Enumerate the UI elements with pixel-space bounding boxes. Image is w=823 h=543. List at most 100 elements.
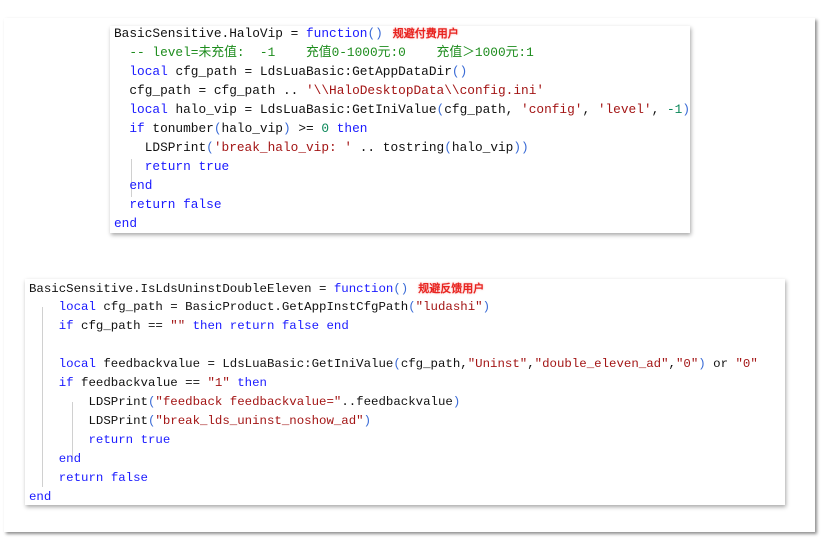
code-token: local (129, 102, 168, 117)
code-line: local feedbackvalue = LdsLuaBasic:GetIni… (25, 355, 758, 374)
code-token: ( (444, 140, 452, 155)
code-token: return (88, 433, 134, 447)
code-token: '\\HaloDesktopData\\config.ini' (306, 83, 545, 98)
code-token: , (668, 357, 676, 371)
code-token: "Uninst" (467, 357, 528, 371)
code-token: cfg_path = LdsLuaBasic:GetAppDataDir (167, 64, 452, 79)
code-token: "0" (675, 357, 699, 371)
code-token: local (58, 357, 96, 371)
code-token: >= (290, 121, 322, 136)
code-line: if feedbackvalue == "1" then (25, 374, 267, 393)
code-token: feedbackvalue == (73, 376, 208, 390)
code-line: if tonumber(halo_vip) >= 0 then (110, 119, 367, 138)
code-token: if (58, 319, 74, 333)
code-token: BasicSensitive.HaloVip = (114, 26, 306, 41)
code-token: cfg_path, (400, 357, 468, 371)
code-line: return false (110, 195, 221, 214)
code-token: -1 (666, 102, 683, 117)
code-token: -- level=未充值: -1 充值0-1000元:0 充值＞1000元:1 (114, 45, 534, 60)
code-token: return (144, 159, 191, 174)
code-line: end (25, 450, 81, 469)
code-token: if (129, 121, 145, 136)
code-token: ( (206, 140, 214, 155)
code-line: end (110, 176, 152, 195)
code-line: local cfg_path = LdsLuaBasic:GetAppDataD… (110, 62, 467, 81)
code-token: halo_vip (221, 121, 283, 136)
code-token: ( (393, 357, 401, 371)
code-token: end (29, 490, 52, 504)
code-line: BasicSensitive.HaloVip = function() 规避付费用… (110, 24, 459, 43)
code-token: )) (513, 140, 529, 155)
code-token: function (333, 282, 394, 296)
code-token: feedbackvalue = LdsLuaBasic:GetIniValue (95, 357, 394, 371)
code-token: ) (698, 357, 706, 371)
code-token: "double_eleven_ad" (534, 357, 669, 371)
code-line: local halo_vip = LdsLuaBasic:GetIniValue… (110, 100, 690, 119)
code-token: local (129, 64, 168, 79)
code-line: LDSPrint("feedback feedbackvalue="..feed… (25, 393, 460, 412)
code-token: () (393, 282, 409, 296)
code-line: LDSPrint("break_lds_uninst_noshow_ad") (25, 412, 371, 431)
code-token: end (326, 319, 349, 333)
annotation-label: 规避付费用户 (392, 27, 459, 40)
code-token: LDSPrint (29, 395, 148, 409)
code-token: false (281, 319, 320, 333)
code-token: halo_vip = LdsLuaBasic:GetIniValue (167, 102, 437, 117)
code-token: ( (213, 121, 222, 136)
code-block-double-eleven: BasicSensitive.IsLdsUninstDoubleEleven =… (25, 279, 785, 505)
code-token: then (192, 319, 223, 333)
code-token: return (229, 319, 275, 333)
code-token: ..feedbackvalue (341, 395, 453, 409)
code-line: if cfg_path == "" then return false end (25, 317, 349, 336)
code-token: BasicSensitive.IsLdsUninstDoubleEleven = (29, 282, 334, 296)
code-token: ) (452, 395, 461, 409)
code-token: cfg_path == (73, 319, 171, 333)
code-token: cfg_path = cfg_path .. (114, 83, 306, 98)
code-token: , (651, 102, 667, 117)
code-token: ) (363, 414, 372, 428)
code-token: 'break_halo_vip: ' (213, 140, 353, 155)
code-line: end (110, 214, 137, 233)
code-token: .. tostring (352, 140, 445, 155)
code-token: cfg_path = BasicProduct.GetAppInstCfgPat… (95, 300, 409, 314)
code-token: "ludashi" (415, 300, 483, 314)
code-token: "1" (207, 376, 230, 390)
code-token: "" (170, 319, 186, 333)
code-token: "break_lds_uninst_noshow_ad" (155, 414, 364, 428)
code-token: end (114, 216, 138, 231)
code-token: true (198, 159, 230, 174)
code-line: -- level=未充值: -1 充值0-1000元:0 充值＞1000元:1 (110, 43, 534, 62)
annotation-label: 规避反馈用户 (418, 282, 485, 295)
code-token: ( (408, 300, 416, 314)
code-token: LDSPrint (29, 414, 148, 428)
code-token: if (58, 376, 74, 390)
code-line: return false (25, 469, 148, 488)
code-token: return (58, 471, 104, 485)
code-token: ) (282, 121, 291, 136)
code-token: "0" (735, 357, 758, 371)
code-token: false (110, 471, 148, 485)
code-token: function (306, 26, 368, 41)
code-token: , (582, 102, 598, 117)
code-line: BasicSensitive.IsLdsUninstDoubleEleven =… (25, 279, 484, 298)
code-token: end (58, 452, 82, 466)
code-token: then (237, 376, 267, 390)
code-token: , (527, 357, 535, 371)
code-token: halo_vip (451, 140, 514, 155)
code-token: LDSPrint (114, 140, 207, 155)
